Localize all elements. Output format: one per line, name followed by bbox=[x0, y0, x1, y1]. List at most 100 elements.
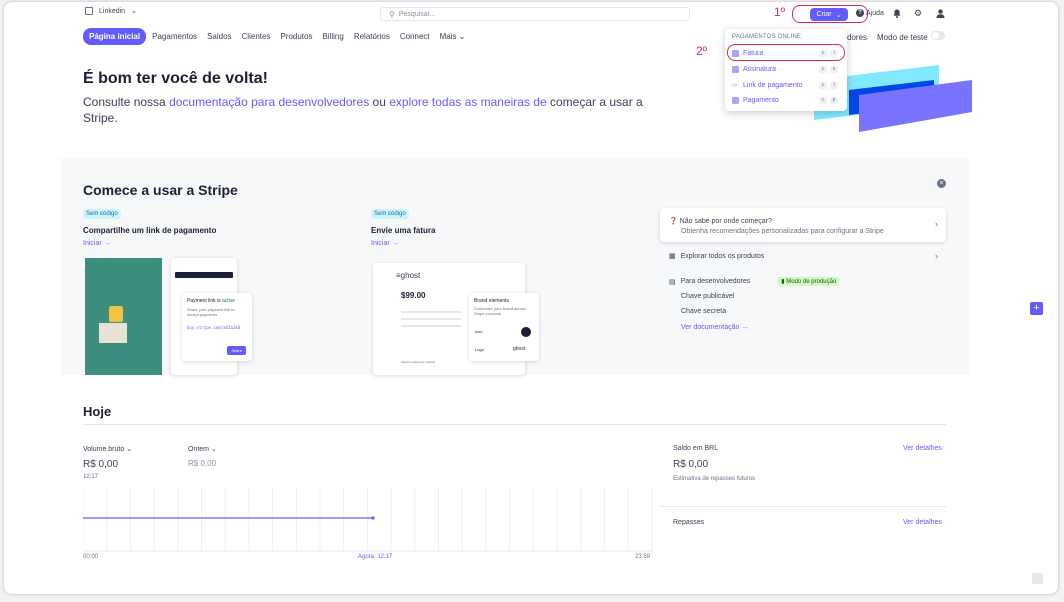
test-mode-label: Modo de teste bbox=[877, 33, 928, 42]
chevron-down-icon: ⌄ bbox=[458, 32, 466, 41]
welcome-text-2: ou bbox=[369, 95, 390, 109]
user-profile-icon[interactable] bbox=[935, 8, 945, 18]
feedback-icon[interactable] bbox=[1032, 573, 1043, 584]
shortcut-key: c bbox=[819, 96, 827, 104]
main-nav: Página inicial Pagamentos Saldos Cliente… bbox=[83, 28, 471, 45]
chevron-down-icon: ⌄ bbox=[835, 11, 842, 19]
developers-title: Para desenvolvedores bbox=[680, 278, 751, 285]
divider bbox=[660, 506, 946, 507]
explore-ways-link[interactable]: explore todas as maneiras de bbox=[389, 95, 546, 109]
nav-developers-partial[interactable]: dores bbox=[847, 33, 867, 42]
gross-volume-selector[interactable]: Volume bruto ⌄ bbox=[83, 445, 132, 453]
menu-item-label: Assinatura bbox=[743, 65, 777, 73]
step-annotation-1: 1º bbox=[774, 5, 786, 19]
help-start-card[interactable]: ❓ Não sabe por onde começar? Obtenha rec… bbox=[660, 208, 946, 242]
nav-item-products[interactable]: Produtos bbox=[276, 28, 316, 45]
developer-docs-link[interactable]: documentação para desenvolvedores bbox=[169, 95, 369, 109]
nav-item-home[interactable]: Página inicial bbox=[83, 28, 147, 45]
get-started-title: Comece a usar a Stripe bbox=[83, 182, 238, 198]
search-input[interactable]: ⚲ Pesquisar... bbox=[380, 7, 690, 21]
settings-gear-icon[interactable]: ⚙ bbox=[913, 8, 923, 18]
grid-icon: ▦ bbox=[669, 253, 676, 260]
balance-details-link[interactable]: Ver detalhes bbox=[903, 445, 942, 452]
start-payment-link[interactable]: Iniciar → bbox=[83, 240, 111, 247]
brand-icon-preview bbox=[521, 327, 531, 337]
nav-item-more-label: Mais bbox=[439, 32, 457, 41]
balance-note: Estimativa de repasses futuros bbox=[673, 476, 756, 482]
account-switcher[interactable]: Linkedin ⌄ bbox=[85, 7, 137, 15]
step-annotation-2: 2º bbox=[696, 44, 708, 58]
today-title: Hoje bbox=[83, 404, 112, 419]
paylink-title: Payment link is active bbox=[187, 298, 247, 304]
shortcut-key: p bbox=[830, 96, 838, 104]
chevron-down-icon: ⌄ bbox=[131, 8, 137, 15]
shortcut-keys: cp bbox=[819, 96, 838, 104]
gross-volume-label: Volume bruto bbox=[83, 446, 125, 453]
dashboard-frame: Linkedin ⌄ ⚲ Pesquisar... 1º Criar ⌄ ? A… bbox=[4, 2, 1058, 594]
chart-grid bbox=[83, 488, 653, 551]
add-plus-icon[interactable]: + bbox=[1030, 302, 1043, 315]
nav-item-more[interactable]: Mais ⌄ bbox=[436, 28, 470, 45]
nav-item-customers[interactable]: Clientes bbox=[238, 28, 275, 45]
help-start-title: ❓ Não sabe por onde começar? bbox=[669, 217, 772, 225]
welcome-title: É bom ter você de volta! bbox=[83, 70, 268, 87]
paylink-url: buy.stripe.com/a0Ja240 bbox=[187, 325, 240, 330]
payouts-label: Repasses bbox=[673, 519, 705, 526]
brand-logo-label: Logo bbox=[475, 347, 484, 352]
menu-item-label: Link de pagamento bbox=[743, 81, 803, 89]
nav-item-balances[interactable]: Saldos bbox=[203, 28, 235, 45]
chart-now-point bbox=[371, 516, 375, 520]
menu-item-label: Pagamento bbox=[743, 96, 779, 104]
card-title-payment-link: Compartilhe um link de pagamento bbox=[83, 226, 217, 235]
start-invoice[interactable]: Iniciar → bbox=[371, 240, 399, 247]
menu-header: PAGAMENTOS ONLINE bbox=[732, 34, 802, 40]
payment-icon bbox=[732, 96, 739, 104]
secret-key-label: Chave secreta bbox=[681, 308, 727, 315]
view-docs-link[interactable]: Ver documentação → bbox=[681, 324, 967, 331]
no-code-badge: Sem código bbox=[371, 209, 409, 219]
search-placeholder: Pesquisar... bbox=[398, 10, 436, 18]
help-start-desc: Obtenha recomendações personalizadas par… bbox=[681, 228, 884, 235]
subscription-icon bbox=[732, 65, 739, 73]
nav-item-connect[interactable]: Connect bbox=[396, 28, 434, 45]
axis-end-label: 23:59 bbox=[635, 554, 651, 560]
payouts-details-link[interactable]: Ver detalhes bbox=[903, 519, 942, 526]
help-button[interactable]: ? Ajuda bbox=[856, 9, 884, 17]
gross-volume-time: 12:17 bbox=[83, 474, 99, 480]
payment-link-active-card: Payment link is active Share your paymen… bbox=[182, 293, 252, 361]
preview-yellow-shape bbox=[109, 306, 123, 322]
start-label: Iniciar bbox=[83, 240, 102, 247]
nav-item-payments[interactable]: Pagamentos bbox=[148, 28, 201, 45]
view-docs-label: Ver documentação bbox=[681, 324, 740, 331]
chevron-down-icon: ⌄ bbox=[126, 446, 133, 453]
notification-bell-icon[interactable] bbox=[892, 8, 902, 18]
nav-item-reports[interactable]: Relatórios bbox=[350, 28, 394, 45]
shortcut-key: c bbox=[819, 81, 827, 89]
card-title-invoice: Envie uma fatura bbox=[371, 226, 436, 235]
invoice-price: $99.00 bbox=[401, 291, 426, 300]
test-mode-toggle[interactable] bbox=[931, 31, 945, 40]
nav-item-billing[interactable]: Billing bbox=[318, 28, 347, 45]
menu-item-payment-link[interactable]: ∞ Link de pagamento cl bbox=[732, 79, 842, 91]
search-icon: ⚲ bbox=[389, 9, 395, 19]
invoice-line bbox=[401, 311, 461, 313]
paylink-status: active bbox=[222, 298, 236, 304]
chevron-right-icon: › bbox=[935, 251, 938, 261]
production-mode-badge: ▮ Modo de produção bbox=[778, 277, 840, 286]
paylink-title-text: Payment link is bbox=[187, 298, 223, 304]
gross-volume-chart bbox=[83, 488, 653, 552]
create-button[interactable]: Criar ⌄ bbox=[810, 8, 848, 21]
menu-item-payment[interactable]: Pagamento cp bbox=[732, 94, 842, 106]
close-icon[interactable]: × bbox=[937, 179, 946, 188]
production-mode-label: Modo de produção bbox=[786, 279, 837, 285]
payment-method-label: Select a payment method bbox=[401, 360, 436, 364]
brand-title: Brand elements bbox=[474, 298, 510, 304]
brand-logo-preview: ghost bbox=[513, 346, 526, 352]
ghost-logo-text: ghost bbox=[400, 271, 421, 280]
yesterday-selector[interactable]: Ontem ⌄ bbox=[188, 445, 217, 453]
menu-item-subscription[interactable]: Assinatura cs bbox=[732, 63, 842, 75]
invoice-line bbox=[401, 325, 461, 327]
help-icon: ❓ bbox=[669, 218, 678, 225]
welcome-text-1: Consulte nossa bbox=[83, 95, 170, 109]
explore-products-row[interactable]: ▦ Explorar todos os produtos › bbox=[660, 251, 946, 261]
